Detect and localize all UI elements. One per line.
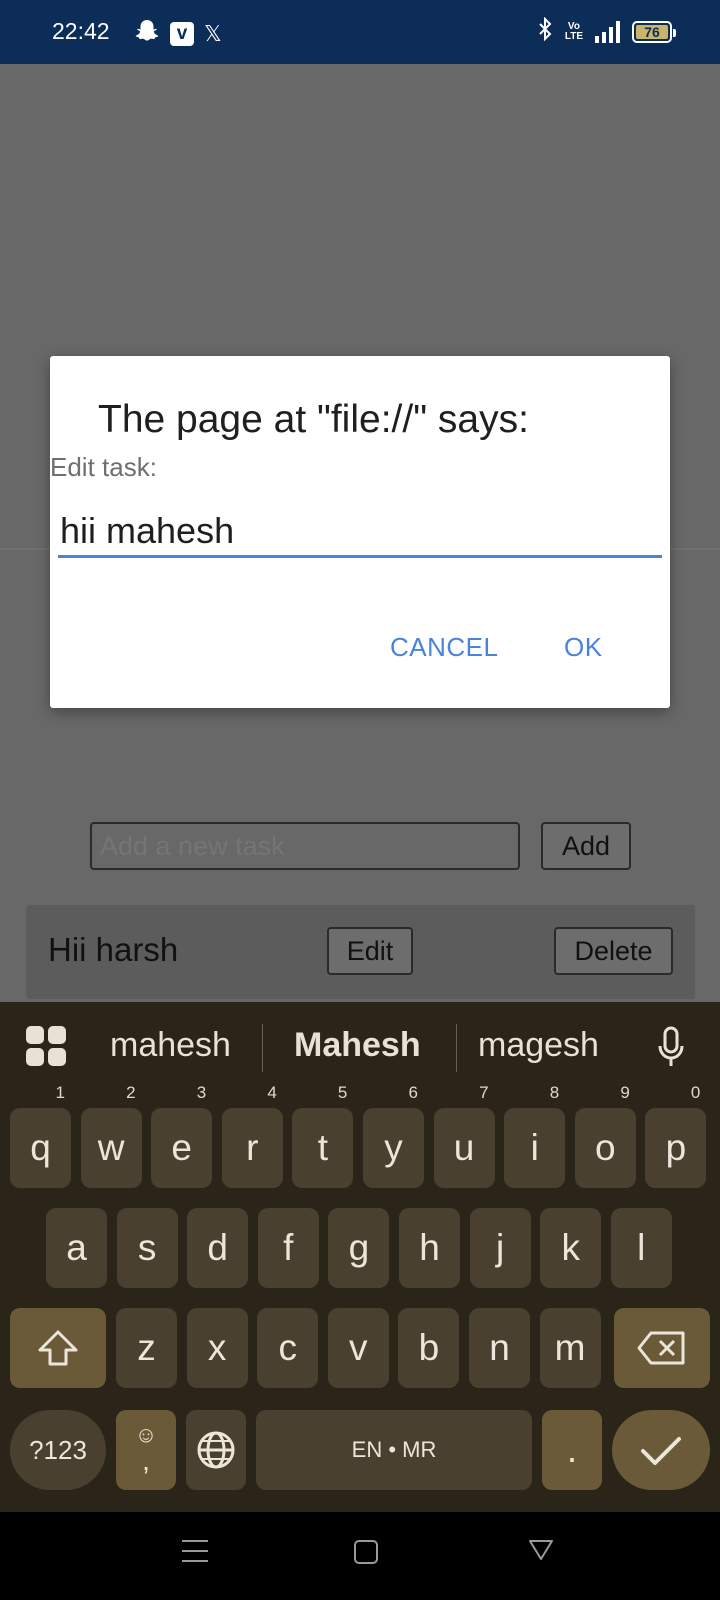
key-hint: 3 bbox=[196, 1083, 207, 1102]
key-t[interactable]: t5 bbox=[292, 1084, 354, 1188]
globe-icon bbox=[197, 1431, 235, 1469]
backspace-key[interactable] bbox=[614, 1308, 710, 1388]
suggestion-bar: mahesh Mahesh magesh bbox=[0, 1002, 720, 1092]
key-k[interactable]: k bbox=[540, 1208, 602, 1288]
key-v[interactable]: v bbox=[327, 1308, 389, 1388]
key-u[interactable]: u7 bbox=[433, 1084, 495, 1188]
status-time: 22:42 bbox=[52, 18, 110, 44]
dialog-message: Edit task: bbox=[50, 452, 157, 482]
cancel-button[interactable]: CANCEL bbox=[390, 632, 498, 663]
key-a[interactable]: a bbox=[46, 1208, 107, 1288]
key-hint: 6 bbox=[408, 1083, 418, 1102]
key-l[interactable]: l bbox=[610, 1208, 672, 1288]
key-x[interactable]: x bbox=[186, 1308, 248, 1388]
back-button[interactable] bbox=[528, 1538, 554, 1562]
key-p[interactable]: p0 bbox=[645, 1084, 707, 1188]
battery-level: 76 bbox=[636, 24, 668, 39]
system-icons: Vo LTE 76 bbox=[537, 16, 676, 46]
battery-icon: 76 bbox=[632, 20, 676, 43]
add-button[interactable]: Add bbox=[541, 822, 631, 870]
key-hint: 4 bbox=[267, 1083, 277, 1102]
key-h[interactable]: h bbox=[399, 1208, 460, 1288]
edit-task-field[interactable] bbox=[58, 506, 662, 558]
key-m[interactable]: m bbox=[539, 1308, 601, 1388]
key-d[interactable]: d bbox=[187, 1208, 249, 1288]
key-o[interactable]: o9 bbox=[574, 1084, 636, 1188]
volte-icon: Vo LTE bbox=[564, 20, 583, 42]
key-hint: 9 bbox=[620, 1083, 630, 1102]
delete-button[interactable]: Delete bbox=[554, 927, 673, 975]
suggestion-1[interactable]: mahesh bbox=[110, 1026, 231, 1065]
key-c[interactable]: c bbox=[257, 1308, 319, 1388]
suggestion-2[interactable]: Mahesh bbox=[294, 1026, 421, 1065]
language-key[interactable] bbox=[186, 1410, 246, 1490]
keyboard: mahesh Mahesh magesh q1w2e3r4t5y6u7i8o9p… bbox=[0, 1002, 720, 1512]
key-hint: 1 bbox=[55, 1083, 65, 1102]
task-item: Hii harsh Edit Delete bbox=[26, 905, 695, 999]
bluetooth-icon bbox=[537, 16, 553, 46]
v-app-icon: v bbox=[170, 21, 194, 46]
space-key[interactable]: EN • MR bbox=[256, 1410, 532, 1490]
key-j[interactable]: j bbox=[469, 1208, 531, 1288]
prompt-dialog: The page at "file://" says: Edit task: C… bbox=[50, 356, 670, 708]
key-hint: 8 bbox=[549, 1083, 560, 1102]
key-hint: 7 bbox=[479, 1083, 489, 1102]
key-w[interactable]: w2 bbox=[80, 1084, 142, 1188]
key-f[interactable]: f bbox=[257, 1208, 319, 1288]
period-key[interactable]: . bbox=[542, 1410, 602, 1490]
key-s[interactable]: s bbox=[116, 1208, 178, 1288]
checkmark-icon bbox=[641, 1437, 681, 1465]
emoji-comma-key[interactable]: ☺ , bbox=[116, 1410, 176, 1490]
key-g[interactable]: g bbox=[328, 1208, 390, 1288]
key-i[interactable]: i8 bbox=[504, 1084, 566, 1188]
key-hint: 2 bbox=[126, 1083, 136, 1102]
key-q[interactable]: q1 bbox=[10, 1084, 71, 1188]
shift-key[interactable] bbox=[10, 1308, 106, 1388]
key-y[interactable]: y6 bbox=[363, 1084, 424, 1188]
navigation-bar bbox=[0, 1512, 720, 1600]
edit-button[interactable]: Edit bbox=[327, 927, 413, 975]
recent-apps-button[interactable] bbox=[182, 1540, 208, 1564]
task-text: Hii harsh bbox=[48, 931, 179, 968]
enter-key[interactable] bbox=[612, 1410, 710, 1490]
suggestion-3[interactable]: magesh bbox=[478, 1026, 599, 1065]
home-button[interactable] bbox=[354, 1540, 378, 1564]
notification-icons: v 𝕏 bbox=[134, 18, 222, 49]
dialog-title: The page at "file://" says: bbox=[98, 398, 529, 441]
microphone-icon[interactable] bbox=[658, 1026, 684, 1070]
ok-button[interactable]: OK bbox=[564, 632, 603, 663]
key-r[interactable]: r4 bbox=[221, 1084, 283, 1188]
status-bar: 22:42 v 𝕏 Vo LTE 76 bbox=[0, 0, 720, 64]
symbols-key[interactable]: ?123 bbox=[10, 1410, 106, 1490]
signal-icon bbox=[595, 20, 620, 43]
key-hint: 0 bbox=[690, 1083, 701, 1102]
apps-grid-icon[interactable] bbox=[26, 1026, 66, 1066]
new-task-input[interactable] bbox=[90, 822, 520, 870]
key-hint: 5 bbox=[337, 1083, 348, 1102]
snapchat-icon bbox=[134, 18, 160, 49]
x-icon: 𝕏 bbox=[204, 20, 222, 46]
key-b[interactable]: b bbox=[398, 1308, 460, 1388]
key-n[interactable]: n bbox=[469, 1308, 530, 1388]
key-z[interactable]: z bbox=[116, 1308, 177, 1388]
key-e[interactable]: e3 bbox=[151, 1084, 213, 1188]
